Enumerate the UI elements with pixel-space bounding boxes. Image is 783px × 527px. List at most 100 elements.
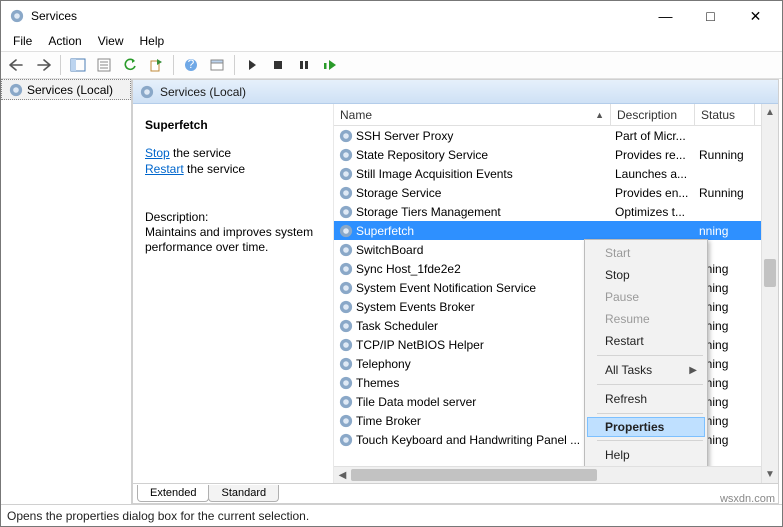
action-dialog-button[interactable] (205, 54, 229, 76)
stop-service-button[interactable] (266, 54, 290, 76)
menu-help[interactable]: Help (132, 31, 173, 51)
scroll-thumb[interactable] (764, 259, 776, 287)
minimize-button[interactable]: — (643, 2, 688, 31)
show-hide-tree-button[interactable] (66, 54, 90, 76)
menu-view[interactable]: View (90, 31, 132, 51)
service-name-text: Telephony (356, 357, 411, 371)
maximize-button[interactable]: □ (688, 2, 733, 31)
cell-name: Storage Tiers Management (334, 204, 611, 219)
list-row[interactable]: Storage Service Provides en...Running (334, 183, 778, 202)
service-name-text: Storage Service (356, 186, 441, 200)
ctx-properties[interactable]: Properties (587, 417, 705, 437)
list-row[interactable]: Touch Keyboard and Handwriting Panel ...… (334, 430, 778, 449)
list-row[interactable]: Task Schedulernning (334, 316, 778, 335)
cell-name: Time Broker (334, 413, 611, 428)
service-icon (338, 280, 353, 295)
list-row[interactable]: Time Brokernning (334, 411, 778, 430)
list-row[interactable]: System Events Brokernning (334, 297, 778, 316)
cell-description: Provides en... (611, 186, 695, 200)
service-name-text: Time Broker (356, 414, 421, 428)
service-icon (338, 375, 353, 390)
service-icon (338, 356, 353, 371)
ctx-help[interactable]: Help (587, 444, 705, 466)
ctx-refresh[interactable]: Refresh (587, 388, 705, 410)
service-name-text: Still Image Acquisition Events (356, 167, 513, 181)
cell-name: Tile Data model server (334, 394, 611, 409)
cell-status: nning (695, 224, 755, 238)
menu-file[interactable]: File (5, 31, 40, 51)
start-service-button[interactable] (240, 54, 264, 76)
ctx-stop[interactable]: Stop (587, 264, 705, 286)
service-icon (338, 128, 353, 143)
services-icon (8, 82, 23, 97)
cell-name: SSH Server Proxy (334, 128, 611, 143)
description-text: Maintains and improves system performanc… (145, 225, 321, 255)
column-header-status[interactable]: Status (695, 104, 755, 125)
refresh-toolbar-button[interactable] (118, 54, 142, 76)
list-body[interactable]: SSH Server Proxy Part of Micr... State Rep… (334, 126, 778, 466)
tree-node-services-local[interactable]: Services (Local) (1, 79, 131, 100)
list-row[interactable]: Tile Data model servernning (334, 392, 778, 411)
scroll-up-icon[interactable]: ▲ (762, 104, 778, 121)
list-row[interactable]: SSH Server Proxy Part of Micr... (334, 126, 778, 145)
cell-name: Superfetch (334, 223, 611, 238)
menu-bar: File Action View Help (1, 31, 782, 51)
list-row[interactable]: Storage Tiers Management Optimizes t... (334, 202, 778, 221)
console-tree-pane: Services (Local) (1, 79, 132, 504)
service-name-text: Storage Tiers Management (356, 205, 501, 219)
list-row[interactable]: Telephonynning (334, 354, 778, 373)
help-toolbar-button[interactable]: ? (179, 54, 203, 76)
export-list-button[interactable] (144, 54, 168, 76)
service-name-text: Themes (356, 376, 399, 390)
list-row[interactable]: System Event Notification Servicenning (334, 278, 778, 297)
service-icon (338, 413, 353, 428)
forward-button[interactable] (31, 54, 55, 76)
cell-name: Telephony (334, 356, 611, 371)
cell-name: Task Scheduler (334, 318, 611, 333)
tab-standard[interactable]: Standard (208, 485, 279, 502)
ctx-all-tasks[interactable]: All Tasks▶ (587, 359, 705, 381)
back-button[interactable] (5, 54, 29, 76)
pause-service-button[interactable] (292, 54, 316, 76)
status-bar: Opens the properties dialog box for the … (1, 504, 782, 526)
menu-action[interactable]: Action (40, 31, 89, 51)
service-icon (338, 147, 353, 162)
list-row[interactable]: Superfetch nning (334, 221, 778, 240)
stop-service-link[interactable]: Stop (145, 146, 170, 160)
cell-description: Part of Micr... (611, 129, 695, 143)
cell-name: Themes (334, 375, 611, 390)
close-button[interactable]: ✕ (733, 2, 778, 31)
list-row[interactable]: TCP/IP NetBIOS Helpernning (334, 335, 778, 354)
window-title: Services (31, 9, 643, 23)
vertical-scrollbar[interactable]: ▲ ▼ (761, 104, 778, 483)
list-row[interactable]: State Repository ServiceProvides re...Ru… (334, 145, 778, 164)
service-name-text: Task Scheduler (356, 319, 438, 333)
column-header-description[interactable]: Description (611, 104, 695, 125)
hscroll-thumb[interactable] (351, 469, 597, 481)
tab-extended[interactable]: Extended (137, 485, 209, 502)
service-name-text: SSH Server Proxy (356, 129, 453, 143)
cell-status: Running (695, 186, 755, 200)
cell-description: Optimizes t... (611, 205, 695, 219)
list-row[interactable]: SwitchBoard (334, 240, 778, 259)
service-name-text: SwitchBoard (356, 243, 423, 257)
restart-service-link[interactable]: Restart (145, 162, 184, 176)
column-header-name[interactable]: Name▲ (334, 104, 611, 125)
service-icon (338, 432, 353, 447)
details-header-title: Services (Local) (160, 85, 246, 99)
scroll-left-icon[interactable]: ◀ (334, 467, 351, 484)
horizontal-scrollbar[interactable]: ◀ ▶ (334, 466, 778, 483)
service-icon (338, 223, 353, 238)
service-icon (338, 337, 353, 352)
cell-name: SwitchBoard (334, 242, 611, 257)
list-row[interactable]: Themesnning (334, 373, 778, 392)
properties-toolbar-button[interactable] (92, 54, 116, 76)
cell-name: System Events Broker (334, 299, 611, 314)
scroll-down-icon[interactable]: ▼ (762, 466, 778, 483)
list-row[interactable]: Sync Host_1fde2e2nning (334, 259, 778, 278)
restart-service-button[interactable] (318, 54, 342, 76)
service-icon (338, 261, 353, 276)
ctx-restart[interactable]: Restart (587, 330, 705, 352)
list-row[interactable]: Still Image Acquisition EventsLaunches a… (334, 164, 778, 183)
ctx-start: Start (587, 242, 705, 264)
